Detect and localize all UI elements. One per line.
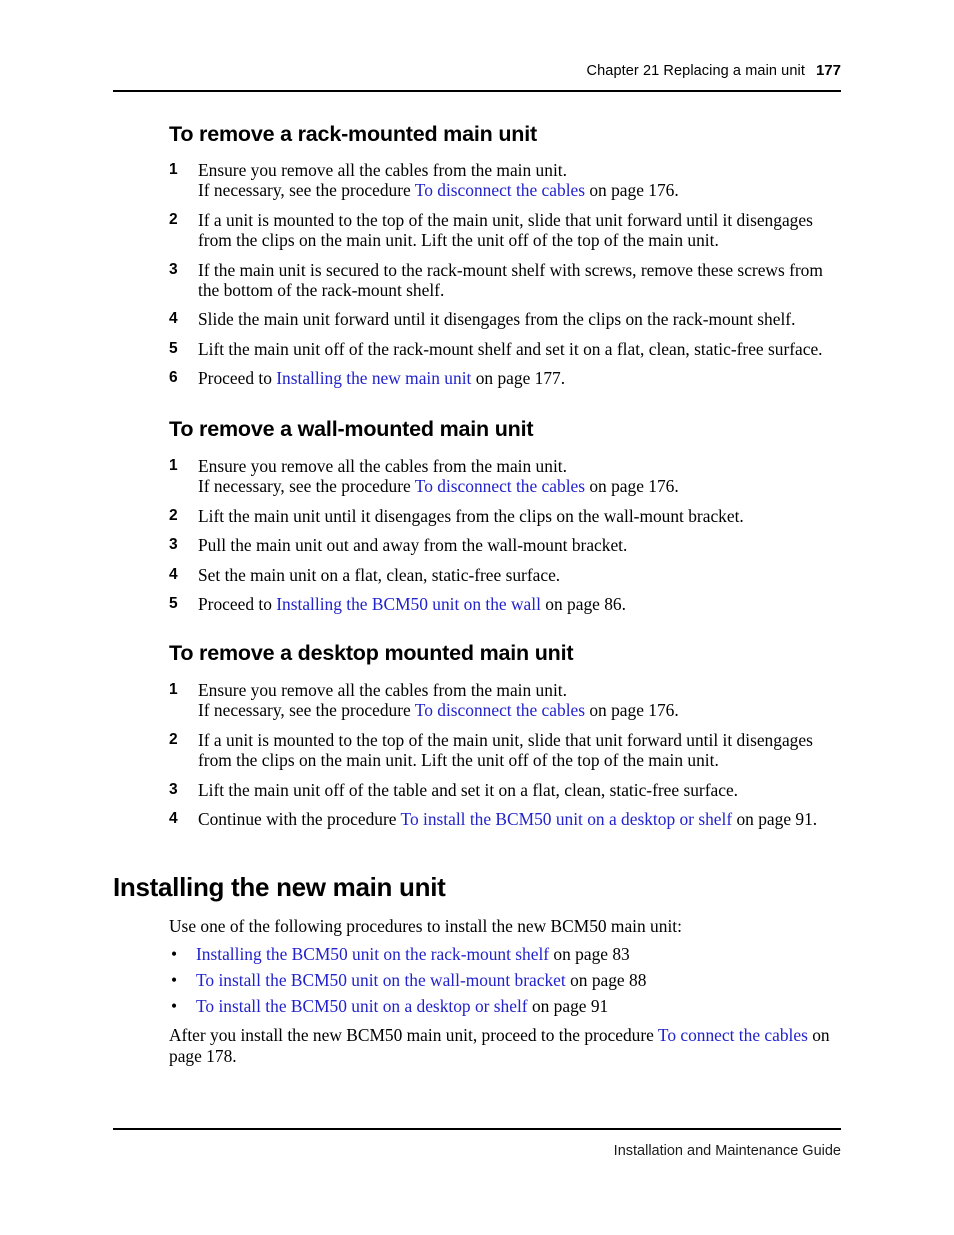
list-item-page-ref: on page 88	[565, 970, 647, 990]
step-item: 3 Lift the main unit off of the table an…	[169, 780, 841, 800]
running-header: Chapter 21 Replacing a main unit 177	[113, 62, 841, 79]
step-item: 4 Set the main unit on a flat, clean, st…	[169, 565, 841, 585]
step-text: Lift the main unit until it disengages f…	[198, 505, 744, 526]
header-page-number: 177	[815, 62, 841, 79]
step-text: If the main unit is secured to the rack-…	[198, 259, 823, 301]
step-text-line2-pre: If necessary, see the procedure	[198, 180, 415, 201]
list-item: • To install the BCM50 unit on the wall-…	[169, 970, 841, 991]
step-text-line2-pre: If necessary, see the procedure	[198, 476, 415, 497]
step-text: Lift the main unit off of the rack-mount…	[198, 338, 823, 359]
heading-remove-wall-mounted: To remove a wall-mounted main unit	[169, 417, 534, 441]
bullet-icon: •	[171, 944, 178, 964]
list-item-page-ref: on page 91	[527, 996, 609, 1016]
step-item: 1 Ensure you remove all the cables from …	[169, 680, 841, 721]
step-text-post: on page 86.	[540, 594, 626, 615]
list-item: • To install the BCM50 unit on a desktop…	[169, 996, 841, 1017]
list-item: • Installing the BCM50 unit on the rack-…	[169, 944, 841, 965]
cross-reference-link[interactable]: To disconnect the cables	[415, 180, 585, 200]
step-item: 1 Ensure you remove all the cables from …	[169, 160, 841, 201]
heading-remove-rack-mounted: To remove a rack-mounted main unit	[169, 122, 537, 146]
footer-rule	[113, 1128, 841, 1130]
step-number: 2	[169, 210, 178, 228]
step-text-line2-post: on page 176.	[585, 476, 679, 497]
running-footer: Installation and Maintenance Guide	[613, 1143, 841, 1159]
step-item: 3 Pull the main unit out and away from t…	[169, 535, 841, 555]
step-item: 2 Lift the main unit until it disengages…	[169, 506, 841, 526]
step-number: 2	[169, 730, 178, 748]
step-text: If a unit is mounted to the top of the m…	[198, 729, 813, 771]
cross-reference-link[interactable]: To disconnect the cables	[415, 700, 585, 720]
step-item: 3 If the main unit is secured to the rac…	[169, 260, 841, 301]
step-text-line2-post: on page 176.	[585, 180, 679, 201]
cross-reference-link[interactable]: To install the BCM50 unit on the wall-mo…	[196, 970, 566, 990]
step-text-pre: Continue with the procedure	[198, 809, 401, 830]
step-number: 5	[169, 339, 178, 357]
step-item: 6 Proceed to Installing the new main uni…	[169, 368, 841, 388]
step-item: 5 Proceed to Installing the BCM50 unit o…	[169, 594, 841, 614]
bullet-icon: •	[171, 970, 178, 990]
step-number: 1	[169, 161, 178, 178]
step-number: 3	[169, 536, 178, 554]
step-number: 4	[169, 810, 178, 828]
closing-text-pre: After you install the new BCM50 main uni…	[169, 1025, 658, 1045]
heading-installing-new-main-unit: Installing the new main unit	[113, 872, 446, 902]
step-text-line2-pre: If necessary, see the procedure	[198, 700, 415, 721]
cross-reference-link[interactable]: To install the BCM50 unit on a desktop o…	[196, 996, 528, 1016]
cross-reference-link[interactable]: To install the BCM50 unit on a desktop o…	[401, 809, 733, 829]
step-text: Lift the main unit off of the table and …	[198, 779, 739, 800]
step-number: 6	[169, 369, 178, 387]
step-text: If a unit is mounted to the top of the m…	[198, 209, 813, 251]
step-item: 1 Ensure you remove all the cables from …	[169, 456, 841, 497]
step-text-line2-post: on page 176.	[585, 700, 679, 721]
step-item: 4 Continue with the procedure To install…	[169, 809, 841, 829]
step-number: 4	[169, 310, 178, 328]
step-text-post: on page 91.	[732, 809, 818, 830]
header-rule	[113, 90, 841, 92]
step-number: 2	[169, 506, 178, 524]
step-text-pre: Proceed to	[198, 368, 277, 389]
cross-reference-link[interactable]: To connect the cables	[658, 1025, 808, 1045]
document-page: Chapter 21 Replacing a main unit 177 To r…	[0, 0, 954, 1235]
cross-reference-link[interactable]: Installing the BCM50 unit on the wall	[276, 594, 541, 614]
step-item: 5 Lift the main unit off of the rack-mou…	[169, 339, 841, 359]
step-item: 4 Slide the main unit forward until it d…	[169, 309, 841, 329]
step-number: 5	[169, 595, 178, 613]
bullet-icon: •	[171, 996, 178, 1016]
step-text-pre: Proceed to	[198, 594, 277, 615]
installing-closing-paragraph: After you install the new BCM50 main uni…	[169, 1025, 841, 1067]
steps-remove-rack-mounted: 1 Ensure you remove all the cables from …	[169, 160, 841, 398]
step-number: 3	[169, 780, 178, 798]
step-text-line1: Ensure you remove all the cables from th…	[198, 160, 567, 180]
step-item: 2 If a unit is mounted to the top of the…	[169, 730, 841, 771]
steps-remove-desktop-mounted: 1 Ensure you remove all the cables from …	[169, 680, 841, 838]
step-text: Set the main unit on a flat, clean, stat…	[198, 564, 561, 585]
cross-reference-link[interactable]: To disconnect the cables	[415, 476, 585, 496]
list-item-page-ref: on page 83	[549, 944, 630, 964]
step-number: 1	[169, 457, 178, 474]
heading-remove-desktop-mounted: To remove a desktop mounted main unit	[169, 641, 574, 665]
step-number: 1	[169, 681, 178, 698]
step-number: 4	[169, 565, 178, 583]
step-text-line1: Ensure you remove all the cables from th…	[198, 456, 567, 476]
installing-intro-paragraph: Use one of the following procedures to i…	[169, 916, 682, 936]
step-text-line1: Ensure you remove all the cables from th…	[198, 680, 567, 700]
installing-procedure-list: • Installing the BCM50 unit on the rack-…	[169, 944, 841, 1022]
step-number: 3	[169, 260, 178, 278]
cross-reference-link[interactable]: Installing the BCM50 unit on the rack-mo…	[196, 944, 549, 964]
header-chapter-label: Chapter 21 Replacing a main unit	[586, 63, 805, 79]
step-text: Pull the main unit out and away from the…	[198, 535, 628, 556]
steps-remove-wall-mounted: 1 Ensure you remove all the cables from …	[169, 456, 841, 623]
step-text: Slide the main unit forward until it dis…	[198, 309, 796, 330]
step-text-post: on page 177.	[471, 368, 566, 389]
step-item: 2 If a unit is mounted to the top of the…	[169, 210, 841, 251]
cross-reference-link[interactable]: Installing the new main unit	[276, 368, 471, 388]
